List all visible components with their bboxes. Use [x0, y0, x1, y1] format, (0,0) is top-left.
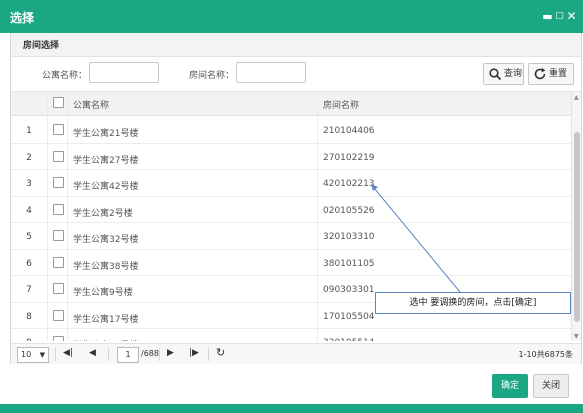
- page-number-input[interactable]: 1: [117, 347, 139, 363]
- panel-header: 房间选择: [11, 33, 581, 57]
- row-checkbox[interactable]: [53, 150, 64, 162]
- pager-separator: [208, 348, 209, 361]
- pager-info: 1-10共6875条: [518, 350, 573, 359]
- scroll-up-icon[interactable]: ▲: [574, 94, 579, 101]
- table-row[interactable]: 1 学生公寓21号楼 210104406: [11, 117, 571, 144]
- title-bar: 选择 ▬ ▢ ✕: [0, 0, 583, 33]
- row-checkbox[interactable]: [53, 256, 64, 268]
- row-number: 8: [26, 311, 32, 322]
- query-label: 查询: [504, 69, 523, 79]
- room-name-cell: 380101105: [323, 258, 375, 269]
- column-room-name: 房间名称: [323, 101, 360, 111]
- scroll-down-icon[interactable]: ▼: [574, 333, 579, 340]
- refresh-icon: [534, 68, 546, 80]
- room-name-cell: 420102213: [323, 179, 375, 189]
- dialog-title: 选择: [10, 11, 35, 25]
- apartment-name-cell: 学生公寓21号楼: [73, 129, 139, 139]
- column-apartment-name: 公寓名称: [73, 101, 110, 111]
- row-number: 3: [26, 179, 32, 189]
- apartment-name-cell: 学生公寓2号楼: [73, 208, 133, 219]
- row-checkbox[interactable]: [53, 283, 64, 294]
- row-checkbox[interactable]: [53, 336, 64, 341]
- close-icon[interactable]: ✕: [565, 0, 578, 33]
- row-number: 9: [11, 338, 47, 341]
- select-all-checkbox[interactable]: [53, 97, 64, 108]
- dialog-footer: 确定 关闭: [0, 372, 583, 403]
- ok-button[interactable]: 确定: [492, 374, 528, 398]
- table-row[interactable]: 4 学生公寓2号楼 020105526: [11, 197, 571, 223]
- room-name-label: 房间名称：: [189, 71, 235, 81]
- room-select-dialog: 选择 ▬ ▢ ✕ 房间选择 公寓名称： 房间名称： 查询 重置 公寓名称 房间名…: [0, 0, 583, 413]
- apartment-name-cell: 学生公寓38号楼: [73, 261, 139, 272]
- apartment-name-input[interactable]: [89, 62, 159, 83]
- last-page-icon[interactable]: |▶: [189, 348, 199, 358]
- row-number: 4: [26, 205, 32, 216]
- apartment-name-cell: 学生公寓32号楼: [73, 235, 139, 245]
- bottom-accent-strip: [0, 404, 583, 413]
- room-name-cell: 170105504: [323, 311, 375, 322]
- row-number: 5: [26, 232, 32, 242]
- row-number: 7: [26, 285, 32, 295]
- room-select-panel: 房间选择 公寓名称： 房间名称： 查询 重置 公寓名称 房间名称 1 学生公寓2…: [10, 33, 582, 364]
- pagination-bar: 10 ▼ ◀​| ◀ 1 /688 ▶ |▶ ↻ 1-10共6875条: [11, 343, 581, 364]
- annotation-callout: 选中 要调换的房间，点击[确定]: [375, 292, 571, 314]
- apartment-name-cell: 学生公寓27号楼: [73, 155, 139, 166]
- row-checkbox[interactable]: [53, 124, 64, 135]
- reset-label: 重置: [549, 69, 568, 79]
- pager-separator: [55, 348, 56, 361]
- search-icon: [489, 68, 502, 81]
- vertical-scrollbar[interactable]: ▲ ▼: [571, 92, 581, 341]
- room-name-cell: 090303301: [323, 285, 375, 295]
- prev-page-icon[interactable]: ◀: [89, 348, 96, 358]
- row-number: 1: [26, 126, 32, 136]
- total-pages: /688: [141, 349, 159, 358]
- table-row[interactable]: 9 学生公寓33号楼 330105514: [11, 329, 571, 341]
- page-size-value: 10: [21, 350, 32, 359]
- scroll-thumb[interactable]: [574, 132, 580, 322]
- room-name-cell: 330105514: [323, 338, 375, 341]
- room-name-input[interactable]: [236, 62, 306, 83]
- query-button[interactable]: 查询: [483, 63, 524, 85]
- close-button[interactable]: 关闭: [533, 374, 569, 398]
- pager-separator: [159, 348, 160, 361]
- search-form: 公寓名称： 房间名称： 查询 重置: [11, 57, 581, 89]
- table-row[interactable]: 3 学生公寓42号楼 420102213: [11, 170, 571, 197]
- table-row[interactable]: 5 学生公寓32号楼 320103310: [11, 223, 571, 250]
- first-page-icon[interactable]: ◀​|: [63, 348, 73, 358]
- apartment-name-cell: 学生公寓17号楼: [73, 314, 139, 325]
- row-checkbox[interactable]: [53, 309, 64, 321]
- room-name-cell: 020105526: [323, 205, 375, 216]
- row-checkbox[interactable]: [53, 230, 64, 241]
- refresh-icon[interactable]: ↻: [216, 346, 225, 359]
- next-page-icon[interactable]: ▶: [167, 348, 174, 358]
- page-size-select[interactable]: 10 ▼: [17, 347, 49, 363]
- panel-title: 房间选择: [23, 41, 60, 51]
- room-name-cell: 210104406: [323, 126, 375, 136]
- row-checkbox[interactable]: [53, 203, 64, 215]
- row-number: 2: [26, 152, 32, 163]
- room-name-cell: 270102219: [323, 152, 375, 163]
- apartment-name-cell: 学生公寓33号楼: [73, 338, 138, 341]
- chevron-down-icon: ▼: [39, 351, 45, 359]
- row-number: 6: [26, 258, 32, 269]
- apartment-name-cell: 学生公寓9号楼: [73, 288, 133, 298]
- row-checkbox[interactable]: [53, 177, 64, 188]
- apartment-name-label: 公寓名称：: [42, 71, 88, 81]
- reset-button[interactable]: 重置: [528, 63, 574, 85]
- room-name-cell: 320103310: [323, 232, 375, 242]
- pager-separator: [108, 348, 109, 361]
- table-header: 公寓名称 房间名称: [11, 92, 571, 116]
- apartment-name-cell: 学生公寓42号楼: [73, 182, 139, 192]
- table-row[interactable]: 2 学生公寓27号楼 270102219: [11, 144, 571, 170]
- table-row[interactable]: 6 学生公寓38号楼 380101105: [11, 250, 571, 276]
